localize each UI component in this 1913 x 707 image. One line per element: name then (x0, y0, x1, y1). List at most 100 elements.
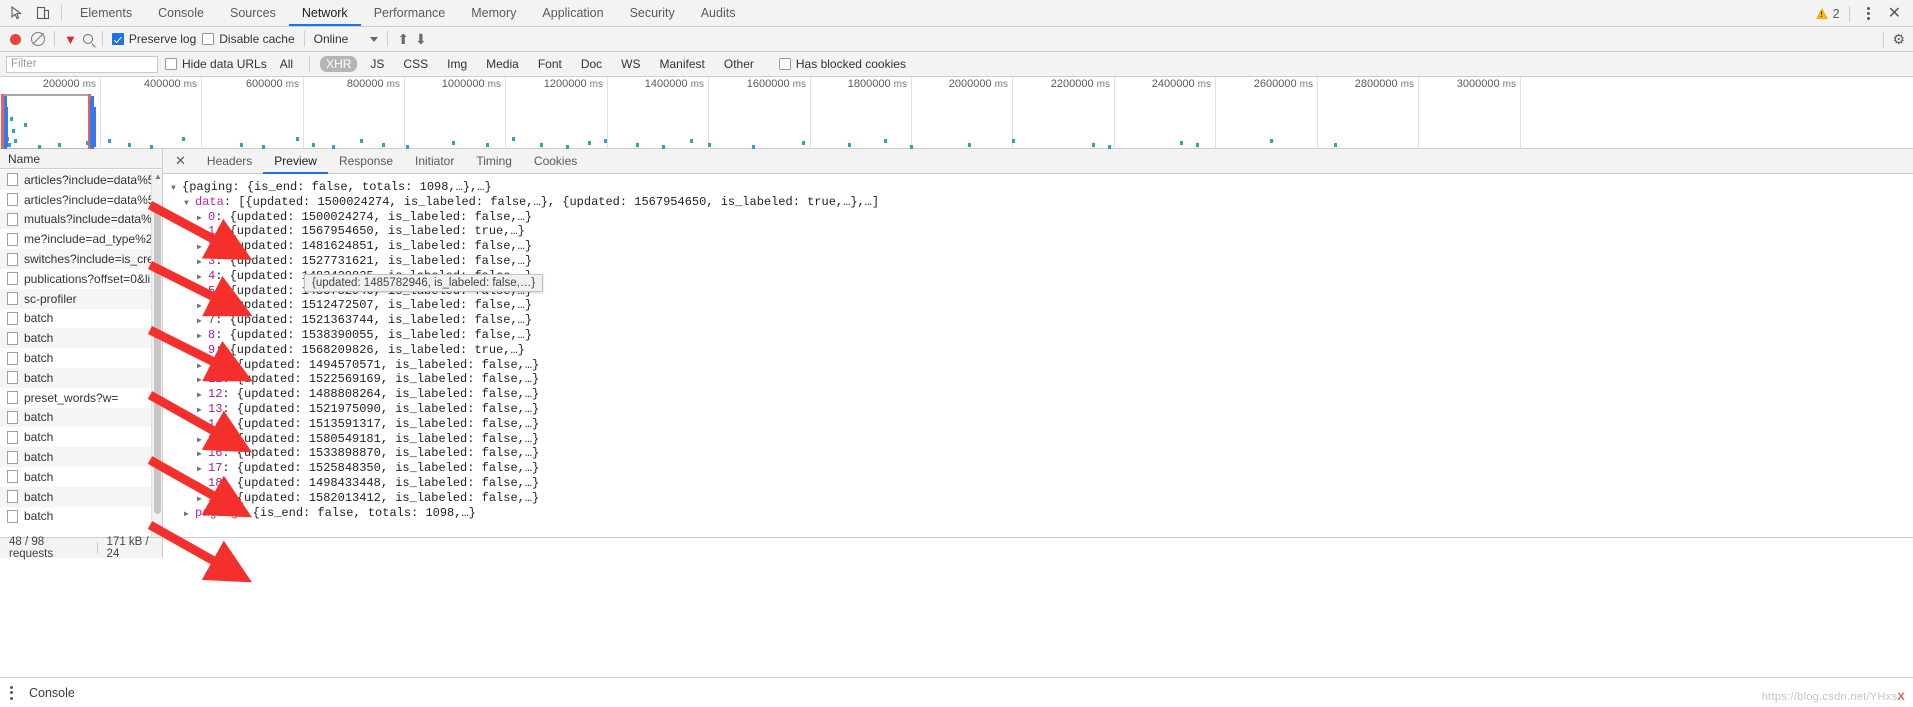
json-array-item-row[interactable]: 1: {updated: 1567954650, is_labeled: tru… (171, 224, 1913, 239)
json-array-item-row[interactable]: 19: {updated: 1582013412, is_labeled: fa… (171, 491, 1913, 506)
close-icon[interactable]: ✕ (1882, 5, 1907, 22)
tab-preview[interactable]: Preview (263, 149, 328, 174)
scroll-up-icon[interactable]: ▲ (154, 172, 162, 181)
tab-timing[interactable]: Timing (465, 149, 523, 174)
tab-sources[interactable]: Sources (217, 0, 289, 26)
json-array-item-row[interactable]: 8: {updated: 1538390055, is_labeled: fal… (171, 328, 1913, 343)
request-list-item[interactable]: batch (0, 367, 162, 388)
json-array-item-row[interactable]: 18: {updated: 1498433448, is_labeled: fa… (171, 476, 1913, 491)
kebab-menu-icon[interactable] (10, 685, 13, 700)
filter-type-xhr[interactable]: XHR (320, 56, 358, 72)
upload-arrow-icon[interactable]: ⬆ (397, 32, 409, 46)
filter-type-all[interactable]: All (274, 56, 299, 72)
has-blocked-cookies-checkbox[interactable]: Has blocked cookies (778, 57, 906, 71)
tab-initiator[interactable]: Initiator (404, 149, 465, 174)
download-arrow-icon[interactable]: ⬇ (415, 32, 427, 46)
json-array-item-row[interactable]: 15: {updated: 1580549181, is_labeled: fa… (171, 432, 1913, 447)
request-list-item[interactable]: batch (0, 507, 162, 527)
filter-type-js[interactable]: JS (364, 56, 390, 72)
filter-type-img[interactable]: Img (441, 56, 473, 72)
json-array-item-row[interactable]: 16: {updated: 1533898870, is_labeled: fa… (171, 446, 1913, 461)
request-list-scrollbar[interactable]: ▲ ▼ (151, 170, 162, 558)
request-list-item[interactable]: articles?include=data%5B (0, 190, 162, 210)
json-array-item-row[interactable]: 0: {updated: 1500024274, is_labeled: fal… (171, 210, 1913, 225)
filter-type-manifest[interactable]: Manifest (654, 56, 711, 72)
request-list-item[interactable]: articles?include=data%5B (0, 170, 162, 190)
gear-icon[interactable]: ⚙ (1892, 31, 1905, 48)
request-list-item[interactable]: switches?include=is_crea (0, 249, 162, 269)
inspect-element-icon[interactable] (4, 1, 30, 25)
request-list-item[interactable]: batch (0, 407, 162, 428)
warning-badge[interactable]: 2 (1815, 7, 1840, 21)
hide-data-urls-checkbox[interactable]: Hide data URLs (165, 57, 267, 71)
json-array-item-row[interactable]: 2: {updated: 1481624851, is_labeled: fal… (171, 239, 1913, 254)
request-list-item[interactable]: publications?offset=0&li. (0, 269, 162, 289)
json-root-row[interactable]: {paging: {is_end: false, totals: 1098,…}… (171, 180, 1913, 195)
scrollbar-thumb[interactable] (154, 204, 161, 514)
filter-type-doc[interactable]: Doc (575, 56, 608, 72)
json-array-item-row[interactable]: 7: {updated: 1521363744, is_labeled: fal… (171, 313, 1913, 328)
tab-security[interactable]: Security (617, 0, 688, 26)
request-list-item[interactable]: me?include=ad_type%2C (0, 229, 162, 249)
request-list[interactable]: articles?include=data%5B articles?include… (0, 170, 162, 558)
request-list-item[interactable]: batch (0, 447, 162, 467)
device-toolbar-icon[interactable] (30, 1, 56, 25)
filter-type-css[interactable]: CSS (397, 56, 434, 72)
tab-audits[interactable]: Audits (688, 0, 749, 26)
network-main-area: Name articles?include=data%5B articles?in… (0, 149, 1913, 560)
tab-console[interactable]: Console (145, 0, 217, 26)
search-icon[interactable] (82, 34, 93, 44)
record-button-icon[interactable] (10, 33, 21, 45)
filter-type-media[interactable]: Media (480, 56, 525, 72)
request-list-item[interactable]: batch (0, 467, 162, 487)
request-list-item[interactable]: sc-profiler (0, 288, 162, 309)
json-array-item-row[interactable]: 11: {updated: 1522569169, is_labeled: fa… (171, 372, 1913, 387)
tab-response[interactable]: Response (328, 149, 404, 174)
filter-type-font[interactable]: Font (532, 56, 568, 72)
json-array-item-row[interactable]: 13: {updated: 1521975090, is_labeled: fa… (171, 402, 1913, 417)
json-array-item-row[interactable]: 3: {updated: 1527731621, is_labeled: fal… (171, 254, 1913, 269)
disclosure-triangle-icon[interactable] (184, 197, 195, 212)
tab-headers[interactable]: Headers (196, 149, 263, 174)
throttling-select[interactable]: Online (314, 32, 379, 46)
disable-cache-checkbox[interactable]: Disable cache (202, 32, 295, 46)
disclosure-triangle-icon[interactable] (171, 182, 182, 197)
filter-type-other[interactable]: Other (718, 56, 760, 72)
json-array-item-row[interactable]: 10: {updated: 1494570571, is_labeled: fa… (171, 358, 1913, 373)
tab-performance[interactable]: Performance (361, 0, 459, 26)
tab-memory[interactable]: Memory (458, 0, 529, 26)
preserve-log-checkbox[interactable]: Preserve log (111, 32, 196, 46)
json-paging-row[interactable]: paging: {is_end: false, totals: 1098,…} (171, 506, 1913, 521)
request-list-item[interactable]: batch (0, 309, 162, 329)
request-list-item[interactable]: batch (0, 427, 162, 447)
request-list-item[interactable]: preset_words?w= (0, 388, 162, 408)
json-array-item-row[interactable]: 17: {updated: 1525848350, is_labeled: fa… (171, 461, 1913, 476)
filter-funnel-icon[interactable]: ▼ (64, 33, 77, 46)
request-list-item[interactable]: batch (0, 328, 162, 349)
close-icon[interactable]: ✕ (169, 153, 196, 169)
network-overview-timeline[interactable]: 200000 ms 400000 ms 600000 ms 800000 ms 1000… (0, 77, 1913, 149)
json-array-item-row[interactable]: 9: {updated: 1568209826, is_labeled: tru… (171, 343, 1913, 358)
filter-type-ws[interactable]: WS (615, 56, 646, 72)
drawer-tab-console[interactable]: Console (29, 686, 75, 700)
clear-icon[interactable] (31, 32, 45, 46)
json-array-item-row[interactable]: 12: {updated: 1488808264, is_labeled: fa… (171, 387, 1913, 402)
request-list-item[interactable]: mutuals?include=data%5 (0, 209, 162, 230)
tab-cookies[interactable]: Cookies (523, 149, 588, 174)
tab-application[interactable]: Application (529, 0, 616, 26)
json-array-item-row[interactable]: 14: {updated: 1513591317, is_labeled: fa… (171, 417, 1913, 432)
request-list-item[interactable]: batch (0, 348, 162, 368)
request-list-header[interactable]: Name (0, 149, 162, 169)
request-list-item[interactable]: batch (0, 486, 162, 507)
filter-input[interactable] (6, 55, 158, 73)
overview-request-marker (968, 143, 971, 147)
json-preview-tree[interactable]: {paging: {is_end: false, totals: 1098,…}… (163, 174, 1913, 558)
json-data-row[interactable]: data: [{updated: 1500024274, is_labeled:… (171, 195, 1913, 210)
actions-divider (1883, 31, 1885, 48)
tab-elements[interactable]: Elements (67, 0, 145, 26)
disclosure-triangle-icon[interactable] (184, 508, 195, 523)
kebab-menu-icon[interactable] (1859, 3, 1878, 24)
json-array-item-row[interactable]: 6: {updated: 1512472507, is_labeled: fal… (171, 298, 1913, 313)
overview-request-marker (588, 141, 591, 145)
tab-network[interactable]: Network (288, 0, 361, 26)
